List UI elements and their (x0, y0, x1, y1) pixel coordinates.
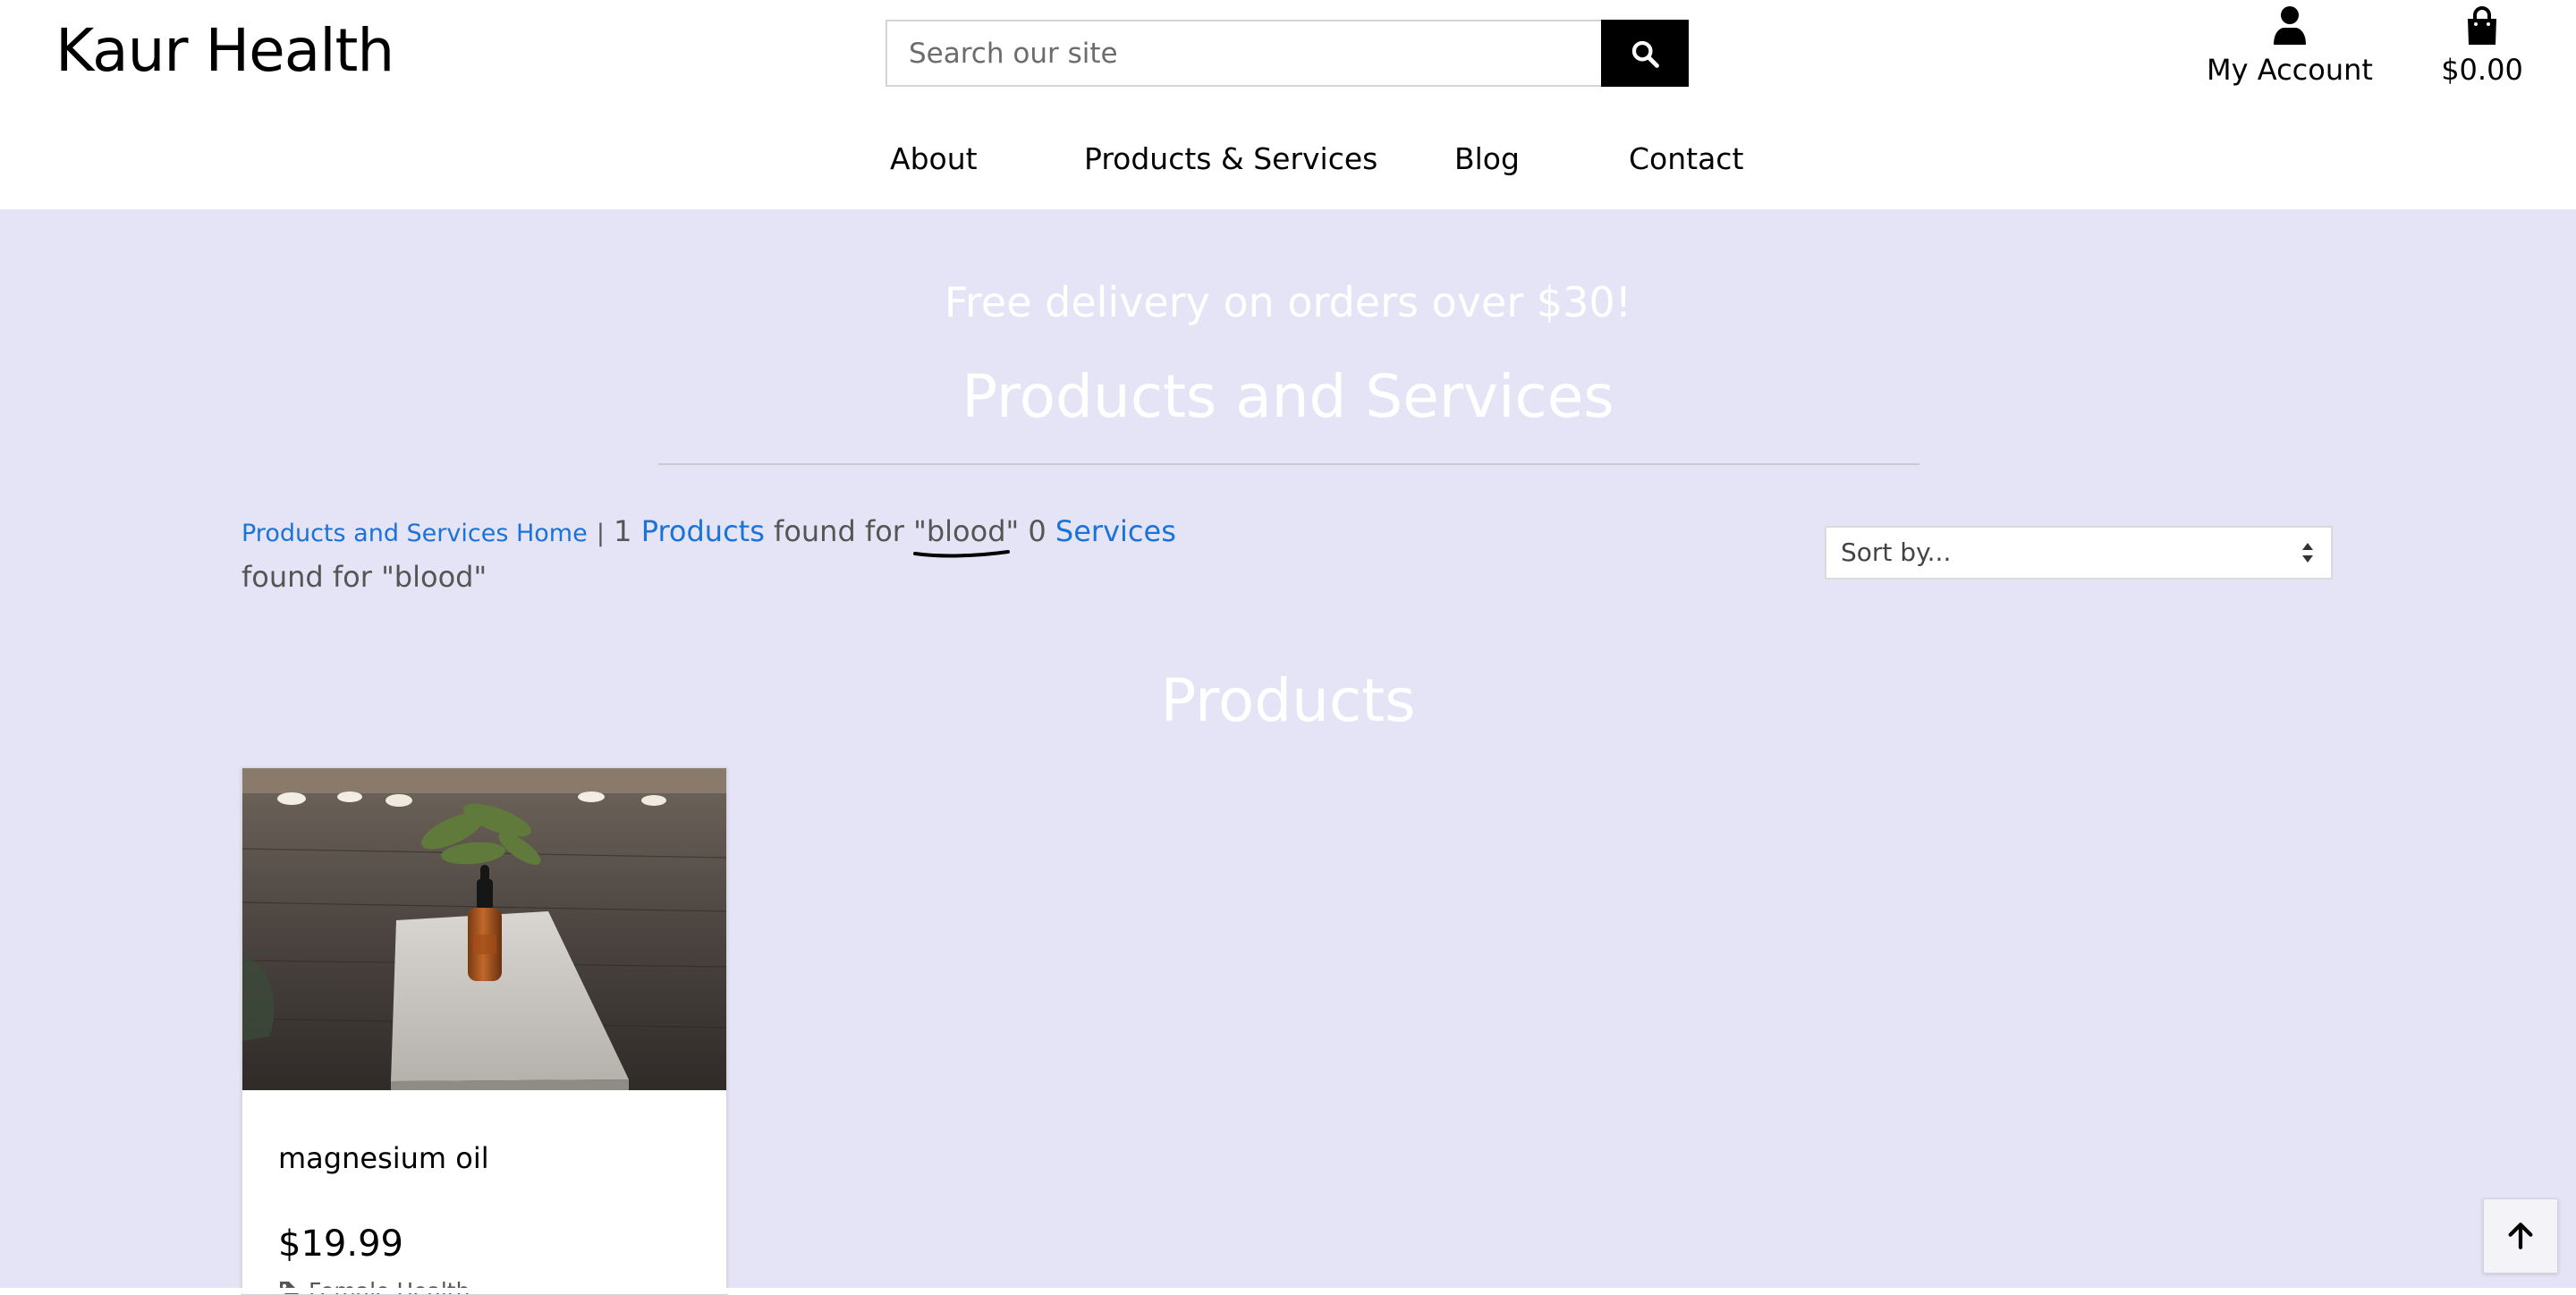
shopping-cart-link[interactable]: $0.00 (2433, 5, 2531, 95)
main-navigation: About Products & Services Blog Contact (0, 134, 2576, 188)
shopping-bag-icon (2468, 6, 2496, 45)
arrow-up-icon (2508, 1223, 2533, 1249)
search-button[interactable] (1601, 20, 1689, 87)
sort-arrows-icon (2302, 543, 2313, 563)
found-for-text-2: found for (242, 560, 372, 594)
search-term-highlight: "blood" (913, 510, 1020, 558)
underline-mark (913, 550, 1011, 558)
search-form (886, 20, 1689, 87)
heading-divider (658, 463, 1919, 465)
search-term-2: "blood" (381, 560, 487, 594)
my-account-link[interactable]: My Account (2200, 5, 2379, 95)
found-for-text: found for (774, 514, 904, 548)
bottom-edge (0, 1288, 2576, 1293)
search-icon (1631, 40, 1659, 68)
nav-link-contact[interactable]: Contact (1629, 134, 1743, 184)
service-count: 0 (1028, 514, 1046, 548)
products-services-home-link[interactable]: Products and Services Home (242, 520, 588, 547)
search-results-summary: Products and Services Home | 1 Products … (242, 510, 1243, 598)
delivery-banner: Free delivery on orders over $30! (944, 278, 1632, 326)
products-results-link[interactable]: Products (641, 514, 765, 548)
product-count: 1 (614, 514, 632, 548)
my-account-label: My Account (2207, 53, 2373, 87)
nav-link-products-services[interactable]: Products & Services (1084, 134, 1377, 184)
products-section-title: Products (1160, 666, 1416, 735)
product-image[interactable] (242, 768, 726, 1090)
search-term: "blood" (913, 514, 1020, 548)
product-price: $19.99 (278, 1223, 403, 1265)
site-header: Kaur Health My Account $0.00 About Produ… (0, 0, 2576, 209)
page-title: Products and Services (962, 362, 1614, 431)
search-input[interactable] (886, 20, 1601, 87)
user-icon (2274, 6, 2306, 45)
cart-total: $0.00 (2441, 53, 2523, 87)
site-logo[interactable]: Kaur Health (55, 13, 394, 89)
sort-selected-value: Sort by... (1841, 537, 1952, 567)
back-to-top-button[interactable] (2483, 1198, 2558, 1274)
services-results-link[interactable]: Services (1055, 514, 1176, 548)
breadcrumb-separator: | (596, 520, 605, 547)
product-name[interactable]: magnesium oil (278, 1138, 489, 1178)
sort-select[interactable]: Sort by... (1825, 526, 2333, 580)
main-content: Free delivery on orders over $30! Produc… (0, 209, 2576, 1295)
nav-link-blog[interactable]: Blog (1454, 134, 1520, 184)
product-card[interactable]: magnesium oil $19.99 Female Health (242, 767, 727, 1295)
nav-link-about[interactable]: About (890, 134, 978, 184)
